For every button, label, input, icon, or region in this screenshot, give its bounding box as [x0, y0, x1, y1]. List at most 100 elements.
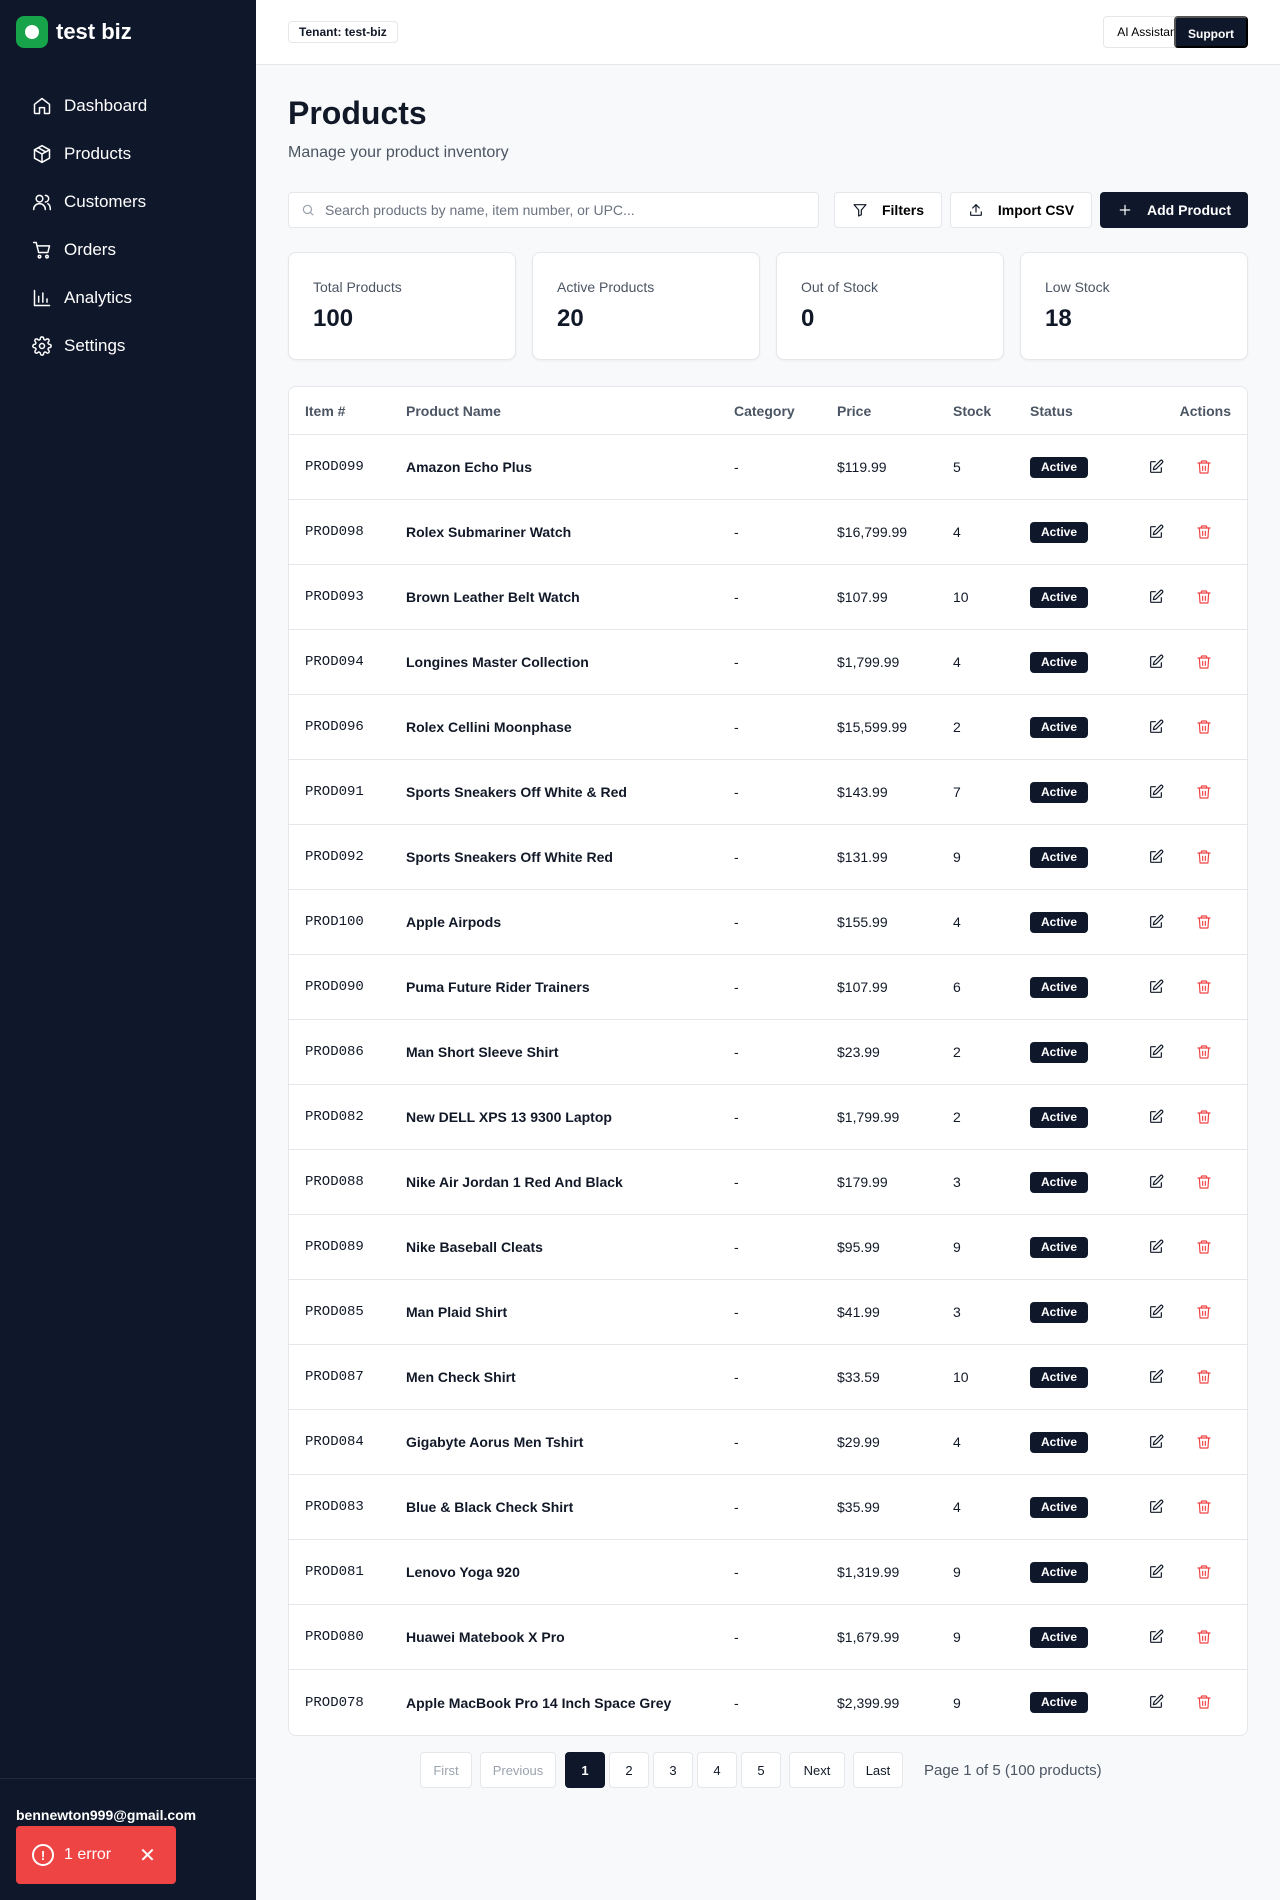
table-row[interactable]: PROD087 Men Check Shirt - $33.59 10 Active — [289, 1345, 1247, 1410]
edit-icon[interactable] — [1145, 846, 1167, 868]
edit-icon[interactable] — [1145, 1236, 1167, 1258]
trash-icon[interactable] — [1193, 651, 1215, 673]
edit-icon[interactable] — [1145, 456, 1167, 478]
edit-icon[interactable] — [1145, 976, 1167, 998]
table-row[interactable]: PROD081 Lenovo Yoga 920 - $1,319.99 9 Active — [289, 1540, 1247, 1605]
import-csv-button[interactable]: Import CSV — [950, 192, 1092, 228]
edit-icon[interactable] — [1145, 1301, 1167, 1323]
table-row[interactable]: PROD099 Amazon Echo Plus - $119.99 5 Active — [289, 435, 1247, 500]
cell-stock: 4 — [953, 1434, 961, 1450]
error-toast[interactable]: ! 1 error ✕ — [16, 1826, 176, 1884]
edit-icon[interactable] — [1145, 586, 1167, 608]
table-row[interactable]: PROD092 Sports Sneakers Off White Red - $13… — [289, 825, 1247, 890]
trash-icon[interactable] — [1193, 1301, 1215, 1323]
trash-icon[interactable] — [1193, 976, 1215, 998]
add-product-button[interactable]: Add Product — [1100, 192, 1248, 228]
trash-icon[interactable] — [1193, 521, 1215, 543]
search-input[interactable] — [325, 202, 805, 218]
edit-icon[interactable] — [1145, 781, 1167, 803]
edit-icon[interactable] — [1145, 1431, 1167, 1453]
table-row[interactable]: PROD086 Man Short Sleeve Shirt - $23.99 2 Act… — [289, 1020, 1247, 1085]
table-row[interactable]: PROD080 Huawei Matebook X Pro - $1,679.99 9 A… — [289, 1605, 1247, 1670]
support-button[interactable]: Support — [1174, 16, 1248, 48]
header-stock[interactable]: Stock — [953, 403, 991, 419]
table-row[interactable]: PROD091 Sports Sneakers Off White & Red - $… — [289, 760, 1247, 825]
sidebar-item-analytics[interactable]: Analytics — [0, 274, 256, 322]
sidebar-item-products[interactable]: Products — [0, 130, 256, 178]
table-row[interactable]: PROD093 Brown Leather Belt Watch - $107.99 1… — [289, 565, 1247, 630]
trash-icon[interactable] — [1193, 1561, 1215, 1583]
sidebar-item-dashboard[interactable]: Dashboard — [0, 82, 256, 130]
trash-icon[interactable] — [1193, 1041, 1215, 1063]
pagination-page-1[interactable]: 1 — [565, 1752, 605, 1788]
filters-button[interactable]: Filters — [834, 192, 942, 228]
pagination-last-button[interactable]: Last — [853, 1752, 903, 1788]
header-product-name[interactable]: Product Name — [406, 403, 501, 419]
table-row[interactable]: PROD084 Gigabyte Aorus Men Tshirt - $29.99 4… — [289, 1410, 1247, 1475]
table-row[interactable]: PROD100 Apple Airpods - $155.99 4 Active — [289, 890, 1247, 955]
add-product-button-label: Add Product — [1147, 202, 1231, 218]
pagination-next-button[interactable]: Next — [789, 1752, 845, 1788]
header-item-number[interactable]: Item # — [305, 403, 345, 419]
pagination-previous-button[interactable]: Previous — [480, 1752, 556, 1788]
pagination-page-3[interactable]: 3 — [653, 1752, 693, 1788]
edit-icon[interactable] — [1145, 1366, 1167, 1388]
trash-icon[interactable] — [1193, 846, 1215, 868]
table-row[interactable]: PROD078 Apple MacBook Pro 14 Inch Space G… — [289, 1670, 1247, 1735]
table-row[interactable]: PROD082 New DELL XPS 13 9300 Laptop - $1,79… — [289, 1085, 1247, 1150]
pagination-page-2[interactable]: 2 — [609, 1752, 649, 1788]
table-row[interactable]: PROD088 Nike Air Jordan 1 Red And Black - $… — [289, 1150, 1247, 1215]
table-row[interactable]: PROD098 Rolex Submariner Watch - $16,799.99… — [289, 500, 1247, 565]
cell-price: $1,319.99 — [837, 1564, 900, 1580]
table-row[interactable]: PROD083 Blue & Black Check Shirt - $35.99 4 A… — [289, 1475, 1247, 1540]
edit-icon[interactable] — [1145, 1691, 1167, 1713]
cell-product-name: Amazon Echo Plus — [406, 459, 533, 475]
header-category[interactable]: Category — [734, 403, 795, 419]
edit-icon[interactable] — [1145, 911, 1167, 933]
trash-icon[interactable] — [1193, 1431, 1215, 1453]
sidebar-item-settings[interactable]: Settings — [0, 322, 256, 370]
edit-icon[interactable] — [1145, 1561, 1167, 1583]
table-row[interactable]: PROD090 Puma Future Rider Trainers - $107.9… — [289, 955, 1247, 1020]
table-row[interactable]: PROD089 Nike Baseball Cleats - $95.99 9 Activ… — [289, 1215, 1247, 1280]
header-status[interactable]: Status — [1030, 403, 1073, 419]
edit-icon[interactable] — [1145, 1626, 1167, 1648]
trash-icon[interactable] — [1193, 1626, 1215, 1648]
edit-icon[interactable] — [1145, 1496, 1167, 1518]
trash-icon[interactable] — [1193, 781, 1215, 803]
table-row[interactable]: PROD094 Longines Master Collection - $1,799… — [289, 630, 1247, 695]
edit-icon[interactable] — [1145, 716, 1167, 738]
trash-icon[interactable] — [1193, 1496, 1215, 1518]
trash-icon[interactable] — [1193, 1691, 1215, 1713]
cell-product-name: Nike Air Jordan 1 Red And Black — [406, 1174, 623, 1190]
edit-icon[interactable] — [1145, 651, 1167, 673]
main-content: Products Manage your product inventory F… — [288, 65, 1248, 1792]
trash-icon[interactable] — [1193, 586, 1215, 608]
pagination-first-button[interactable]: First — [420, 1752, 472, 1788]
table-row[interactable]: PROD085 Man Plaid Shirt - $41.99 3 Active — [289, 1280, 1247, 1345]
trash-icon[interactable] — [1193, 1106, 1215, 1128]
trash-icon[interactable] — [1193, 911, 1215, 933]
search-box[interactable] — [288, 192, 819, 228]
cell-status: Active — [1030, 1041, 1089, 1063]
close-icon[interactable]: ✕ — [139, 1843, 156, 1868]
trash-icon[interactable] — [1193, 456, 1215, 478]
sidebar-item-customers[interactable]: Customers — [0, 178, 256, 226]
trash-icon[interactable] — [1193, 1366, 1215, 1388]
edit-icon[interactable] — [1145, 1171, 1167, 1193]
sidebar-item-orders[interactable]: Orders — [0, 226, 256, 274]
cell-status: Active — [1030, 911, 1089, 933]
edit-icon[interactable] — [1145, 521, 1167, 543]
table-row[interactable]: PROD096 Rolex Cellini Moonphase - $15,599.9… — [289, 695, 1247, 760]
trash-icon[interactable] — [1193, 1236, 1215, 1258]
edit-icon[interactable] — [1145, 1106, 1167, 1128]
stat-card-total-products: Total Products 100 — [288, 252, 516, 360]
edit-icon[interactable] — [1145, 1041, 1167, 1063]
trash-icon[interactable] — [1193, 1171, 1215, 1193]
pagination-page-5[interactable]: 5 — [741, 1752, 781, 1788]
header-price[interactable]: Price — [837, 403, 871, 419]
pagination-page-4[interactable]: 4 — [697, 1752, 737, 1788]
upload-icon — [969, 204, 982, 216]
brand[interactable]: test biz — [0, 0, 256, 64]
trash-icon[interactable] — [1193, 716, 1215, 738]
